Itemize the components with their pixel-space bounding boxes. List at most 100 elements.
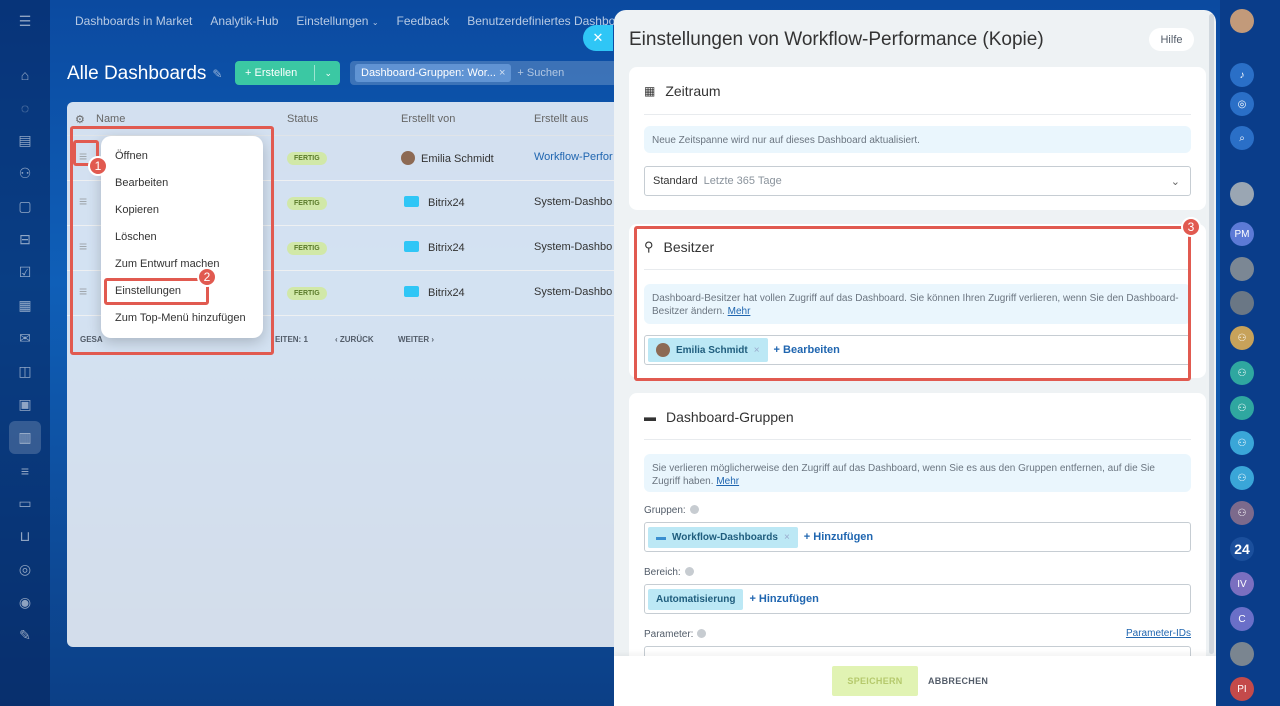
feed-icon[interactable]: ◌ [0, 91, 50, 124]
left-sidebar: ☰ ⌂ ◌ ▤ ⚇ ▢ ⊟ ☑ ▦ ✉ ◫ ▣ ▥ ≡ ▭ ⊔ ◎ ◉ ✎ [0, 0, 50, 706]
avatar [401, 151, 415, 165]
help-icon[interactable] [684, 567, 694, 576]
help-icon[interactable] [689, 505, 699, 514]
divider [644, 114, 1191, 115]
analytics-icon[interactable]: ▥ [9, 421, 41, 454]
support-icon[interactable]: ◉ [0, 586, 50, 619]
avatar[interactable] [1230, 291, 1254, 315]
bell-icon[interactable]: ♪ [1230, 63, 1254, 87]
filter-tag[interactable]: Dashboard-Gruppen: Wor... × [355, 64, 512, 82]
mail-icon[interactable]: ✉ [0, 322, 50, 355]
close-icon[interactable]: × [784, 532, 790, 543]
params-ids-link[interactable]: Parameter-IDs [1126, 628, 1191, 639]
group-avatar[interactable]: ⚇ [1230, 326, 1254, 350]
cards-icon[interactable]: ▭ [0, 487, 50, 520]
slider-title: Einstellungen von Workflow-Performance (… [629, 29, 1044, 50]
groups-field[interactable]: ▬ Workflow-Dashboards × + Hinzufügen [644, 522, 1191, 552]
chevron-down-icon: ⌄ [371, 18, 379, 27]
period-select[interactable]: Standard Letzte 365 Tage ⌄ [644, 166, 1191, 196]
group-avatar[interactable]: ⚇ [1230, 361, 1254, 385]
nav-dashboards-market[interactable]: Dashboards in Market [75, 14, 192, 28]
help-icon[interactable] [697, 629, 707, 638]
source-cell: System-Dashbo [534, 196, 613, 208]
pen-icon[interactable]: ✎ [0, 619, 50, 652]
documents-icon[interactable]: ▢ [0, 190, 50, 223]
avatar[interactable]: PI [1230, 677, 1254, 701]
step-marker: 3 [1181, 217, 1201, 237]
pager-next[interactable]: WEITER › [398, 335, 434, 344]
nav-settings-label: Einstellungen [296, 14, 369, 28]
close-icon[interactable]: ✕ [583, 25, 613, 51]
author-name: Bitrix24 [428, 242, 465, 254]
avatar[interactable]: C [1230, 607, 1254, 631]
col-source[interactable]: Erstellt aus [534, 113, 588, 125]
board-icon[interactable]: ▦ [0, 289, 50, 322]
source-link[interactable]: Workflow-Perfor [534, 151, 613, 163]
check-icon[interactable]: ☑ [0, 256, 50, 289]
filter-icon[interactable]: ≡ [0, 454, 50, 487]
period-select-hint: Letzte 365 Tage [703, 175, 782, 187]
groups-heading: ▬ Dashboard-Gruppen [644, 409, 794, 425]
author-cell: Bitrix24 [404, 286, 465, 299]
close-icon[interactable]: × [499, 67, 505, 79]
chevron-down-icon[interactable]: ⌄ [324, 68, 332, 79]
avatar[interactable] [1230, 642, 1254, 666]
col-author[interactable]: Erstellt von [401, 113, 455, 125]
settings-icon[interactable]: ◎ [0, 553, 50, 586]
cart-icon[interactable]: ⊔ [0, 520, 50, 553]
group-avatar[interactable]: ⚇ [1230, 466, 1254, 490]
calendar-icon[interactable]: ▣ [0, 388, 50, 421]
scope-field[interactable]: Automatisierung + Hinzufügen [644, 584, 1191, 614]
avatar[interactable] [1230, 182, 1254, 206]
avatar[interactable]: IV [1230, 572, 1254, 596]
groups-more-link[interactable]: Mehr [716, 476, 739, 487]
col-status[interactable]: Status [287, 113, 318, 125]
home-icon[interactable]: ⌂ [0, 58, 50, 91]
nav-settings[interactable]: Einstellungen ⌄ [296, 14, 378, 28]
params-label-text: Parameter: [644, 629, 694, 640]
groups-card: ▬ Dashboard-Gruppen Sie verlieren möglic… [629, 393, 1206, 676]
avatar[interactable] [1230, 257, 1254, 281]
group-avatar[interactable]: ⚇ [1230, 501, 1254, 525]
highlight-box [104, 278, 209, 305]
help-button[interactable]: Hilfe [1149, 28, 1194, 51]
pin-icon[interactable]: ✎ [212, 67, 222, 81]
right-sidebar: ♪ ◎ ⌕ PM ⚇ ⚇ ⚇ ⚇ ⚇ ⚇ 24 IV C PI [1220, 0, 1280, 706]
period-card: ▦ Zeitraum Neue Zeitspanne wird nur auf … [629, 67, 1206, 210]
avatar[interactable] [1230, 9, 1254, 33]
pager-next-label: WEITER [398, 335, 430, 344]
save-button[interactable]: SPEICHERN [832, 666, 918, 696]
groups-add-link[interactable]: + Hinzufügen [804, 531, 873, 543]
cancel-button[interactable]: ABBRECHEN [928, 666, 988, 696]
scope-add-link[interactable]: + Hinzufügen [749, 593, 818, 605]
filter-search[interactable]: Dashboard-Gruppen: Wor... × + Suchen [350, 61, 620, 85]
bitrix-logo-icon [404, 286, 419, 297]
group-avatar[interactable]: ⚇ [1230, 396, 1254, 420]
scope-label: Bereich: [644, 567, 694, 578]
col-name[interactable]: Name [96, 113, 125, 125]
create-button[interactable]: + Erstellen ⌄ [235, 61, 340, 85]
pager-back[interactable]: ‹ ZURÜCK [335, 335, 374, 344]
status-badge: FERTIG [287, 242, 327, 255]
avatar[interactable]: PM [1230, 222, 1254, 246]
author-name: Bitrix24 [428, 197, 465, 209]
counter-badge[interactable]: 24 [1230, 537, 1254, 561]
period-heading-text: Zeitraum [665, 83, 721, 99]
menu-icon[interactable]: ☰ [0, 5, 50, 38]
target-icon[interactable]: ◎ [1230, 92, 1254, 116]
group-avatar[interactable]: ⚇ [1230, 431, 1254, 455]
nav-analytics-hub[interactable]: Analytik-Hub [210, 14, 278, 28]
store-icon[interactable]: ⊟ [0, 223, 50, 256]
pager-back-label: ZURÜCK [339, 335, 374, 344]
period-heading: ▦ Zeitraum [644, 83, 721, 99]
search-icon[interactable]: ⌕ [1230, 126, 1254, 150]
search-input[interactable]: + Suchen [517, 67, 564, 79]
scope-chip: Automatisierung [648, 588, 744, 610]
chat-icon[interactable]: ◫ [0, 355, 50, 388]
nav-feedback[interactable]: Feedback [397, 14, 450, 28]
period-select-value: Standard [653, 175, 698, 187]
gear-icon[interactable]: ⚙ [75, 113, 85, 126]
scrollbar[interactable] [1209, 14, 1214, 654]
contacts-icon[interactable]: ⚇ [0, 157, 50, 190]
tasks-icon[interactable]: ▤ [0, 124, 50, 157]
